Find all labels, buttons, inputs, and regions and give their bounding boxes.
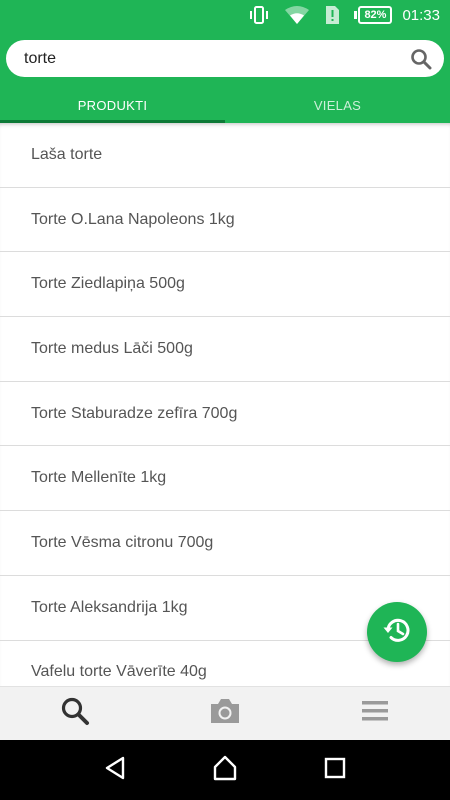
- menu-icon: [361, 699, 389, 728]
- clock: 01:33: [402, 6, 440, 24]
- app-header: PRODUKTI VIELAS: [0, 30, 450, 123]
- search-input[interactable]: [24, 49, 408, 68]
- battery-level: 82%: [358, 6, 393, 24]
- tab-vielas[interactable]: VIELAS: [225, 87, 450, 123]
- vibrate-icon: [248, 5, 270, 25]
- camera-icon: [208, 696, 242, 731]
- app-screen: 82% 01:33 PRODUKTI VIELAS Laša torte Tor…: [0, 0, 450, 800]
- nav-menu-button[interactable]: [300, 687, 450, 740]
- list-item[interactable]: Torte O.Lana Napoleons 1kg: [0, 188, 450, 253]
- back-button[interactable]: [95, 750, 135, 790]
- history-icon: [381, 614, 413, 651]
- recents-button[interactable]: [315, 750, 355, 790]
- battery-tip: [354, 11, 358, 19]
- search-icon: [60, 696, 90, 731]
- sim-alert-icon: [324, 5, 340, 25]
- nav-search-button[interactable]: [0, 687, 150, 740]
- tab-produkti[interactable]: PRODUKTI: [0, 87, 225, 123]
- system-navigation-bar: [0, 740, 450, 800]
- list-item[interactable]: Torte Vēsma citronu 700g: [0, 511, 450, 576]
- search-icon[interactable]: [408, 46, 434, 72]
- list-item[interactable]: Torte Ziedlapiņa 500g: [0, 252, 450, 318]
- list-item[interactable]: Torte Mellenīte 1kg: [0, 446, 450, 512]
- recents-icon: [323, 756, 347, 785]
- wifi-icon: [284, 5, 310, 25]
- search-bar: [6, 40, 444, 77]
- back-icon: [102, 755, 128, 786]
- list-item[interactable]: Torte medus Lāči 500g: [0, 317, 450, 382]
- tab-bar: PRODUKTI VIELAS: [0, 87, 450, 123]
- home-button[interactable]: [205, 750, 245, 790]
- history-button[interactable]: [367, 602, 427, 662]
- home-icon: [211, 754, 239, 787]
- battery-indicator: 82%: [354, 6, 393, 24]
- bottom-navigation: [0, 686, 450, 740]
- results-list: Laša torte Torte O.Lana Napoleons 1kg To…: [0, 123, 450, 686]
- status-bar: 82% 01:33: [0, 0, 450, 30]
- list-item[interactable]: Laša torte: [0, 123, 450, 188]
- nav-camera-button[interactable]: [150, 687, 300, 740]
- list-item[interactable]: Torte Staburadze zefīra 700g: [0, 382, 450, 447]
